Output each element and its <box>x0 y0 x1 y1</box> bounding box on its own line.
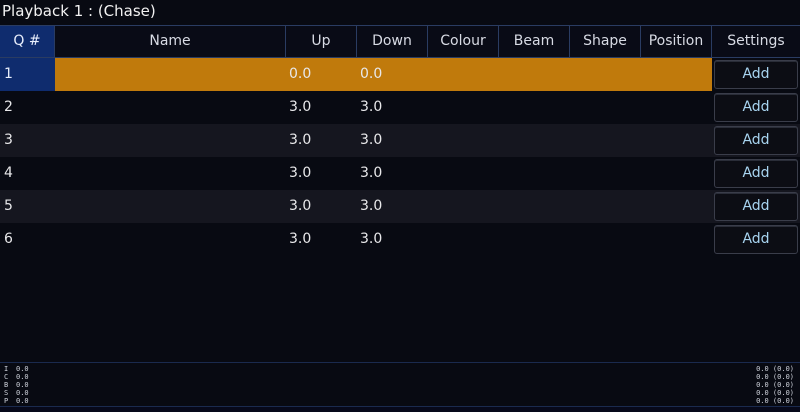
column-header-name[interactable]: Name <box>55 26 286 57</box>
readout-line: C 0.0 <box>4 373 29 381</box>
readout-line: 0.0 (0.0) <box>756 397 794 405</box>
bottom-bar <box>0 406 800 412</box>
cue-name[interactable] <box>55 91 286 124</box>
cue-name[interactable] <box>55 190 286 223</box>
readout-line: S 0.0 <box>4 389 29 397</box>
cue-shape[interactable] <box>570 223 641 256</box>
cue-position[interactable] <box>641 223 712 256</box>
cue-position[interactable] <box>641 157 712 190</box>
table-row[interactable]: 3 3.0 3.0 Add <box>0 124 800 157</box>
readout-line: 0.0 (0.0) <box>756 381 794 389</box>
cue-down-time[interactable]: 3.0 <box>357 157 428 190</box>
cue-down-time[interactable]: 3.0 <box>357 124 428 157</box>
cue-shape[interactable] <box>570 91 641 124</box>
readout-line: 0.0 (0.0) <box>756 389 794 397</box>
cue-position[interactable] <box>641 58 712 91</box>
cue-shape[interactable] <box>570 124 641 157</box>
cue-number[interactable]: 6 <box>0 223 55 256</box>
add-settings-button[interactable]: Add <box>714 159 798 188</box>
cue-position[interactable] <box>641 91 712 124</box>
window-title: Playback 1 : (Chase) <box>2 2 156 20</box>
cue-colour[interactable] <box>428 223 499 256</box>
cue-number[interactable]: 3 <box>0 124 55 157</box>
column-header-q[interactable]: Q # <box>0 26 55 57</box>
cue-colour[interactable] <box>428 124 499 157</box>
add-settings-button[interactable]: Add <box>714 192 798 221</box>
cue-up-time[interactable]: 3.0 <box>286 190 357 223</box>
column-header-shape[interactable]: Shape <box>570 26 641 57</box>
cue-beam[interactable] <box>499 91 570 124</box>
table-row[interactable]: 5 3.0 3.0 Add <box>0 190 800 223</box>
cue-up-time[interactable]: 0.0 <box>286 58 357 91</box>
attribute-readout-left: I 0.0 C 0.0 B 0.0 S 0.0 P 0.0 <box>4 365 29 405</box>
cue-down-time[interactable]: 3.0 <box>357 190 428 223</box>
cue-shape[interactable] <box>570 190 641 223</box>
table-row[interactable]: 6 3.0 3.0 Add <box>0 223 800 256</box>
cue-shape[interactable] <box>570 58 641 91</box>
column-header-settings[interactable]: Settings <box>712 26 800 57</box>
readout-line: B 0.0 <box>4 381 29 389</box>
cue-number[interactable]: 2 <box>0 91 55 124</box>
cue-number[interactable]: 4 <box>0 157 55 190</box>
table-header: Q # Name Up Down Colour Beam Shape Posit… <box>0 25 800 58</box>
add-settings-button[interactable]: Add <box>714 225 798 254</box>
cue-table: Q # Name Up Down Colour Beam Shape Posit… <box>0 25 800 256</box>
cue-name[interactable] <box>55 58 286 91</box>
cue-shape[interactable] <box>570 157 641 190</box>
add-settings-button[interactable]: Add <box>714 126 798 155</box>
attribute-readout-right: 0.0 (0.0) 0.0 (0.0) 0.0 (0.0) 0.0 (0.0) … <box>756 365 794 405</box>
cue-beam[interactable] <box>499 58 570 91</box>
cue-number[interactable]: 5 <box>0 190 55 223</box>
cue-colour[interactable] <box>428 190 499 223</box>
column-header-colour[interactable]: Colour <box>428 26 499 57</box>
cue-beam[interactable] <box>499 157 570 190</box>
cue-position[interactable] <box>641 190 712 223</box>
status-footer: I 0.0 C 0.0 B 0.0 S 0.0 P 0.0 0.0 (0.0) 0.0 (… <box>0 362 800 406</box>
cue-up-time[interactable]: 3.0 <box>286 223 357 256</box>
column-header-beam[interactable]: Beam <box>499 26 570 57</box>
cue-number[interactable]: 1 <box>0 58 55 91</box>
add-settings-button[interactable]: Add <box>714 93 798 122</box>
cue-position[interactable] <box>641 124 712 157</box>
table-row[interactable]: 1 0.0 0.0 Add <box>0 58 800 91</box>
column-header-up[interactable]: Up <box>286 26 357 57</box>
column-header-position[interactable]: Position <box>641 26 712 57</box>
cue-colour[interactable] <box>428 157 499 190</box>
readout-line: 0.0 (0.0) <box>756 373 794 381</box>
cue-name[interactable] <box>55 157 286 190</box>
cue-colour[interactable] <box>428 58 499 91</box>
cue-colour[interactable] <box>428 91 499 124</box>
cue-beam[interactable] <box>499 190 570 223</box>
cue-beam[interactable] <box>499 124 570 157</box>
cue-down-time[interactable]: 3.0 <box>357 91 428 124</box>
readout-line: P 0.0 <box>4 397 29 405</box>
readout-line: I 0.0 <box>4 365 29 373</box>
table-row[interactable]: 4 3.0 3.0 Add <box>0 157 800 190</box>
cue-up-time[interactable]: 3.0 <box>286 91 357 124</box>
cue-name[interactable] <box>55 124 286 157</box>
cue-down-time[interactable]: 3.0 <box>357 223 428 256</box>
cue-up-time[interactable]: 3.0 <box>286 157 357 190</box>
readout-line: 0.0 (0.0) <box>756 365 794 373</box>
cue-beam[interactable] <box>499 223 570 256</box>
column-header-down[interactable]: Down <box>357 26 428 57</box>
cue-down-time[interactable]: 0.0 <box>357 58 428 91</box>
cue-up-time[interactable]: 3.0 <box>286 124 357 157</box>
table-row[interactable]: 2 3.0 3.0 Add <box>0 91 800 124</box>
cue-name[interactable] <box>55 223 286 256</box>
add-settings-button[interactable]: Add <box>714 60 798 89</box>
